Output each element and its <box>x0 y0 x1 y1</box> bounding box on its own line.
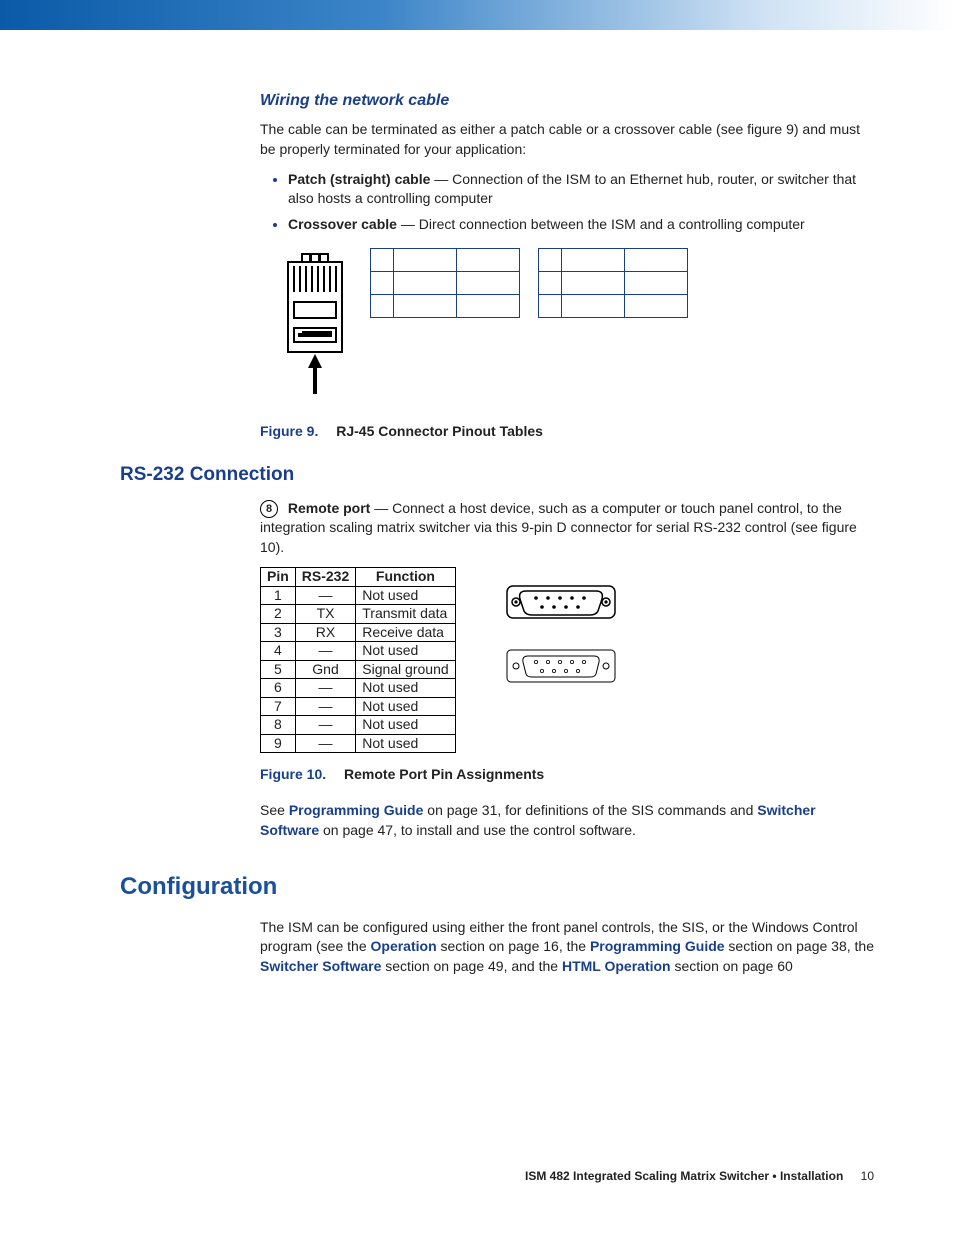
link-switcher-software-2[interactable]: Switcher Software <box>260 958 381 974</box>
db9-diagrams <box>506 585 616 683</box>
table-row: 8—Not used <box>261 716 456 735</box>
configuration-heading: Configuration <box>120 870 874 904</box>
th-function: Function <box>356 568 455 587</box>
step-number-badge: 8 <box>260 500 278 518</box>
table-row: 9—Not used <box>261 734 456 753</box>
wiring-bullets: Patch (straight) cable — Connection of t… <box>270 170 874 235</box>
rj45-connector-icon <box>280 248 350 398</box>
rs232-figure-row: Pin RS-232 Function 1—Not used2TXTransmi… <box>260 567 874 753</box>
table-row: 6—Not used <box>261 679 456 698</box>
figure9-caption: Figure 9. RJ-45 Connector Pinout Tables <box>260 422 874 442</box>
db9-male-icon <box>506 649 616 683</box>
wiring-heading: Wiring the network cable <box>260 90 874 112</box>
configuration-paragraph: The ISM can be configured using either t… <box>260 918 874 977</box>
bullet-crossover: Crossover cable — Direct connection betw… <box>288 215 874 235</box>
pinout-table-left <box>370 248 520 318</box>
link-html-operation[interactable]: HTML Operation <box>562 958 671 974</box>
table-row: 3RXReceive data <box>261 623 456 642</box>
table-row: 7—Not used <box>261 697 456 716</box>
pinout-table-right <box>538 248 688 318</box>
rs232-heading: RS-232 Connection <box>120 462 874 489</box>
see-paragraph: See Programming Guide on page 31, for de… <box>260 801 874 840</box>
bullet-patch: Patch (straight) cable — Connection of t… <box>288 170 874 209</box>
link-operation[interactable]: Operation <box>371 938 437 954</box>
rs232-step: 8 Remote port — Connect a host device, s… <box>260 499 874 558</box>
wiring-intro: The cable can be terminated as either a … <box>260 120 874 159</box>
table-row: 2TXTransmit data <box>261 605 456 624</box>
table-row: 1—Not used <box>261 586 456 605</box>
page-header-bar <box>0 0 954 30</box>
link-programming-guide-2[interactable]: Programming Guide <box>590 938 725 954</box>
page-number: 10 <box>861 1169 874 1183</box>
table-row: 5GndSignal ground <box>261 660 456 679</box>
db9-female-icon <box>506 585 616 619</box>
figure9-block <box>280 248 874 398</box>
rs232-pin-table: Pin RS-232 Function 1—Not used2TXTransmi… <box>260 567 456 753</box>
figure10-caption: Figure 10. Remote Port Pin Assignments <box>260 765 874 785</box>
link-programming-guide[interactable]: Programming Guide <box>289 802 424 818</box>
page-footer: ISM 482 Integrated Scaling Matrix Switch… <box>525 1168 874 1185</box>
pinout-tables <box>370 248 688 318</box>
th-rs232: RS-232 <box>295 568 355 587</box>
th-pin: Pin <box>261 568 296 587</box>
table-row: 4—Not used <box>261 642 456 661</box>
footer-text: ISM 482 Integrated Scaling Matrix Switch… <box>525 1169 843 1183</box>
